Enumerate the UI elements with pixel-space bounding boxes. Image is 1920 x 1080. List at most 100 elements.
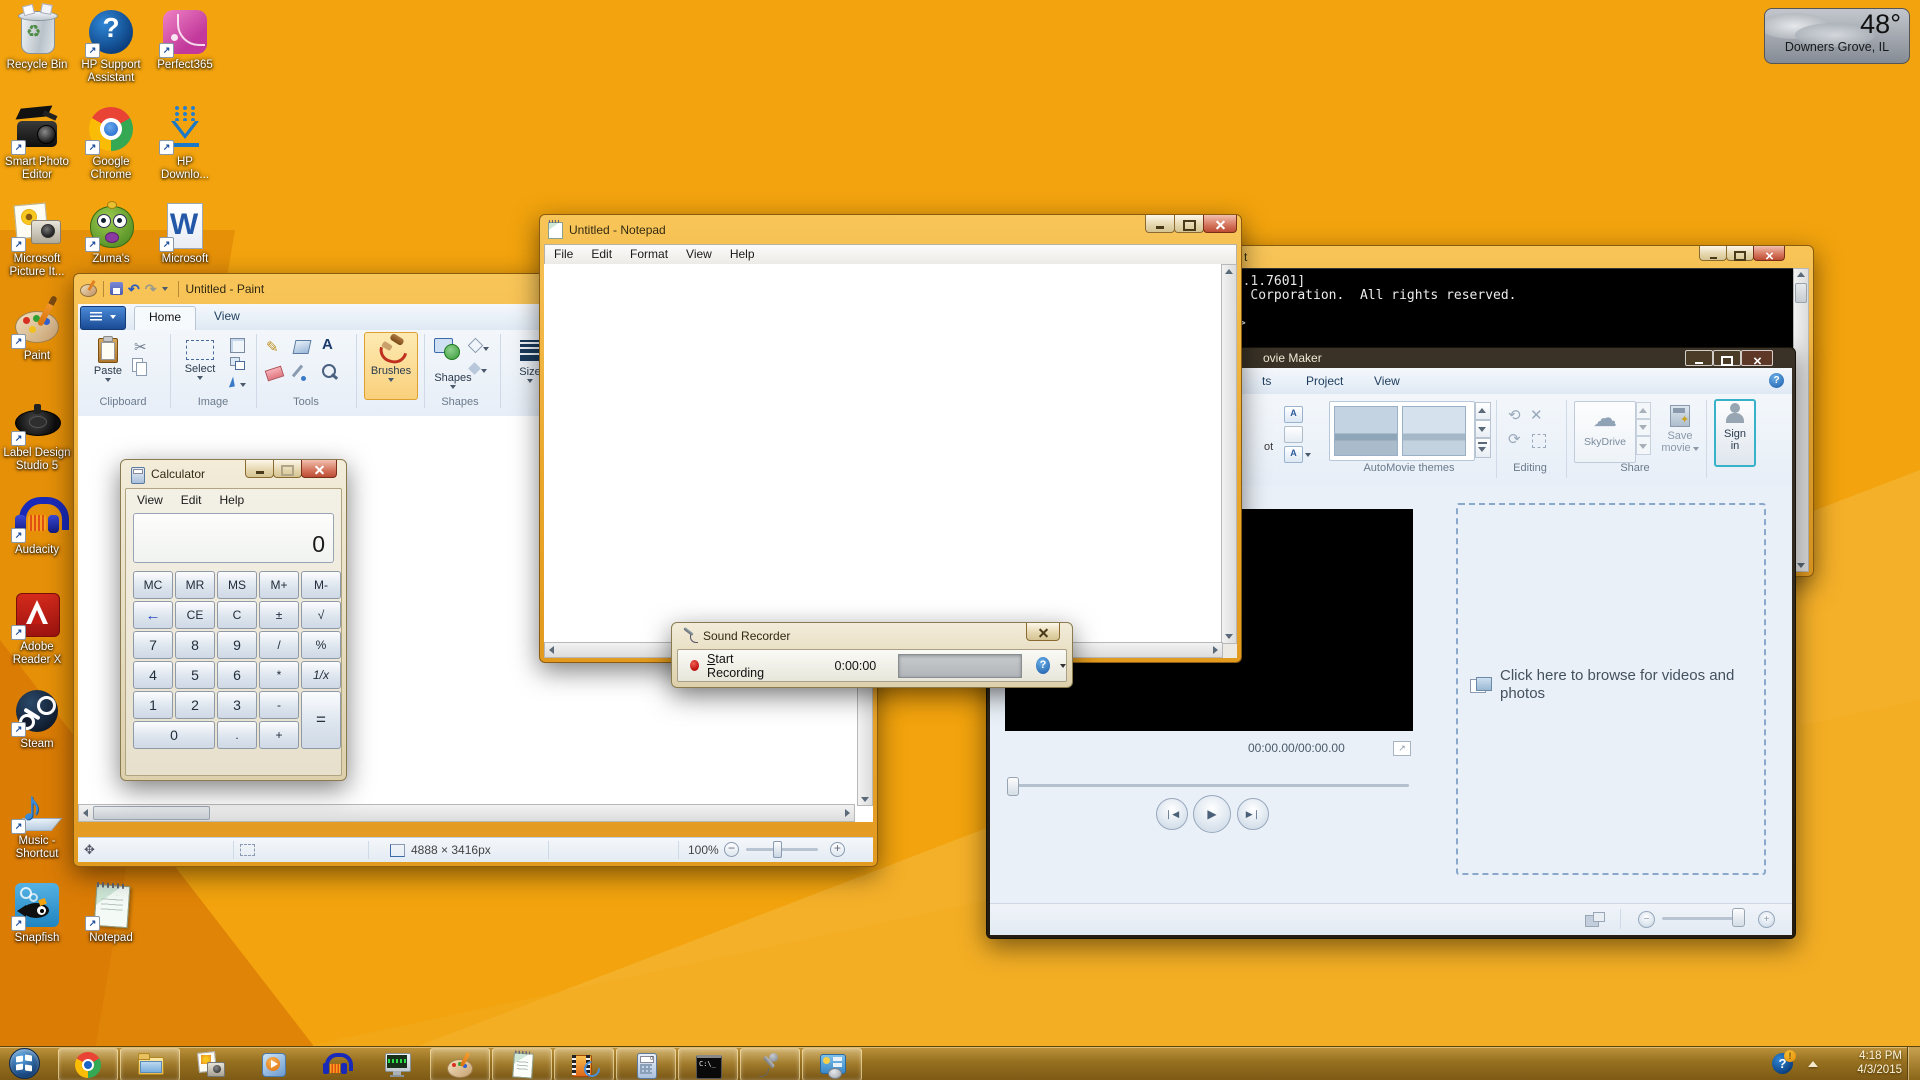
tray-clock[interactable]: 4:18 PM 4/3/2015: [1832, 1049, 1902, 1078]
key-8[interactable]: 8: [175, 631, 215, 659]
desktop-icon-music-shortcut[interactable]: ♪ ↗ Music -Shortcut: [0, 784, 74, 861]
desktop-icon-hp-support[interactable]: ? ↗ HP SupportAssistant: [74, 8, 148, 85]
notepad-close-button[interactable]: [1203, 215, 1237, 233]
copy-icon[interactable]: [132, 358, 146, 374]
key-3[interactable]: 3: [217, 691, 257, 719]
seek-slider-track[interactable]: [1009, 784, 1409, 787]
key-mplus[interactable]: M+: [259, 571, 299, 599]
menu-file[interactable]: File: [545, 245, 582, 263]
select-button[interactable]: Select: [176, 334, 224, 396]
pencil-tool-icon[interactable]: ✎: [266, 338, 279, 356]
key-6[interactable]: 6: [217, 661, 257, 689]
eraser-tool-icon[interactable]: [265, 366, 285, 382]
shape-outline-icon[interactable]: [470, 338, 489, 356]
rotate-right-icon[interactable]: ⟳: [1508, 430, 1521, 448]
desktop-icon-audacity[interactable]: ↗ Audacity: [0, 493, 74, 557]
mm-tab-project[interactable]: Project: [1292, 371, 1357, 391]
maximize-button[interactable]: [273, 460, 302, 478]
key-c[interactable]: C: [217, 601, 257, 629]
qat-dropdown-icon[interactable]: [162, 287, 168, 291]
desktop-icon-notepad[interactable]: ↗ Notepad: [74, 881, 148, 945]
desktop-icon-google-chrome[interactable]: ↗ GoogleChrome: [74, 105, 148, 182]
key-2[interactable]: 2: [175, 691, 215, 719]
thumbnail-size-icon[interactable]: [1585, 912, 1605, 927]
key-4[interactable]: 4: [133, 661, 173, 689]
key-mc[interactable]: MC: [133, 571, 173, 599]
share-scroll-down[interactable]: [1636, 419, 1651, 436]
desktop-icon-adobe-reader[interactable]: ↗ AdobeReader X: [0, 590, 74, 667]
key-plus[interactable]: +: [259, 721, 299, 749]
key-reciprocal[interactable]: 1/x: [301, 661, 341, 689]
notepad-text-area[interactable]: [544, 264, 1223, 644]
key-ce[interactable]: CE: [175, 601, 215, 629]
minimize-button[interactable]: [245, 460, 274, 478]
weather-gadget[interactable]: 48° Downers Grove, IL: [1764, 8, 1910, 64]
start-recording-button[interactable]: Start Recording: [707, 652, 778, 680]
rotate-icon[interactable]: [228, 374, 246, 392]
key-0[interactable]: 0: [133, 721, 215, 749]
menu-view[interactable]: View: [677, 245, 721, 263]
taskbar-media-player[interactable]: [244, 1048, 302, 1079]
desktop-icon-hp-download[interactable]: ↗ HPDownlo...: [148, 105, 222, 182]
mm-help-icon[interactable]: ?: [1769, 373, 1784, 388]
taskbar-photo-gallery[interactable]: [182, 1048, 240, 1079]
key-1[interactable]: 1: [133, 691, 173, 719]
notepad-minimize-button[interactable]: [1145, 215, 1175, 233]
title-caption-button[interactable]: A: [1284, 406, 1303, 423]
menu-view[interactable]: View: [128, 491, 172, 509]
taskbar-system-monitor[interactable]: [368, 1048, 426, 1079]
desktop-icon-microsoft-word[interactable]: W ↗ Microsoft: [148, 202, 222, 266]
play-button[interactable]: ▶: [1193, 795, 1231, 833]
key-percent[interactable]: %: [301, 631, 341, 659]
next-frame-button[interactable]: ▶❘: [1237, 798, 1269, 830]
taskbar-movie-maker[interactable]: [554, 1048, 614, 1080]
seek-slider-thumb[interactable]: [1007, 777, 1019, 796]
taskbar-cmd[interactable]: C:\_: [678, 1048, 738, 1080]
taskbar-calculator[interactable]: 0: [616, 1048, 676, 1080]
menu-format[interactable]: Format: [621, 245, 677, 263]
taskbar-paint[interactable]: [430, 1048, 490, 1080]
redo-icon[interactable]: ↷: [145, 281, 157, 298]
key-mminus[interactable]: M-: [301, 571, 341, 599]
key-decimal[interactable]: .: [217, 721, 257, 749]
taskbar-audacity[interactable]: [306, 1048, 364, 1079]
mm-zoom-out-button[interactable]: −: [1638, 911, 1655, 928]
browse-panel[interactable]: Click here to browse for videos and phot…: [1456, 503, 1766, 875]
fill-tool-icon[interactable]: [293, 340, 312, 354]
paint-tab-home[interactable]: Home: [134, 306, 196, 332]
credits-button[interactable]: A: [1284, 446, 1303, 463]
menu-help[interactable]: Help: [210, 491, 253, 509]
key-minus[interactable]: -: [259, 691, 299, 719]
rotate-left-icon[interactable]: ⟲: [1508, 406, 1521, 424]
menu-edit[interactable]: Edit: [172, 491, 211, 509]
key-divide[interactable]: /: [259, 631, 299, 659]
zoom-out-button[interactable]: −: [724, 842, 739, 857]
mm-tab-view[interactable]: View: [1360, 371, 1414, 391]
select-all-icon[interactable]: [1532, 434, 1546, 448]
desktop-icon-picture-it[interactable]: ↗ MicrosoftPicture It...: [0, 202, 74, 279]
taskbar-explorer[interactable]: [120, 1048, 180, 1080]
zoom-slider-thumb[interactable]: [773, 841, 782, 858]
zoom-slider-track[interactable]: [746, 848, 818, 851]
show-desktop-button[interactable]: [1907, 1047, 1920, 1080]
desktop-icon-perfect365[interactable]: ↗ Perfect365: [148, 8, 222, 72]
gallery-scroll-up[interactable]: [1475, 402, 1491, 420]
mm-maximize-button[interactable]: [1713, 350, 1741, 366]
remove-icon[interactable]: ✕: [1530, 406, 1543, 424]
notepad-titlebar[interactable]: Untitled - Notepad: [540, 215, 1241, 244]
skydrive-button[interactable]: ☁ SkyDrive: [1574, 401, 1636, 463]
caption-button[interactable]: [1284, 426, 1303, 443]
desktop-icon-zumas[interactable]: ↗ Zuma's: [74, 202, 148, 266]
mm-close-button[interactable]: [1741, 350, 1773, 366]
key-negate[interactable]: ±: [259, 601, 299, 629]
shapes-button[interactable]: Shapes: [430, 372, 476, 396]
key-sqrt[interactable]: √: [301, 601, 341, 629]
help-icon[interactable]: ?: [1036, 657, 1050, 674]
cut-icon[interactable]: ✂: [134, 338, 147, 356]
previous-frame-button[interactable]: ❘◀: [1156, 798, 1188, 830]
save-movie-button[interactable]: ✦ Save movie: [1658, 401, 1702, 463]
mm-tab-fragment[interactable]: ts: [1258, 371, 1275, 391]
start-button[interactable]: [4, 1048, 44, 1079]
taskbar-settings[interactable]: [802, 1048, 862, 1080]
paint-hscrollbar[interactable]: [78, 804, 855, 822]
